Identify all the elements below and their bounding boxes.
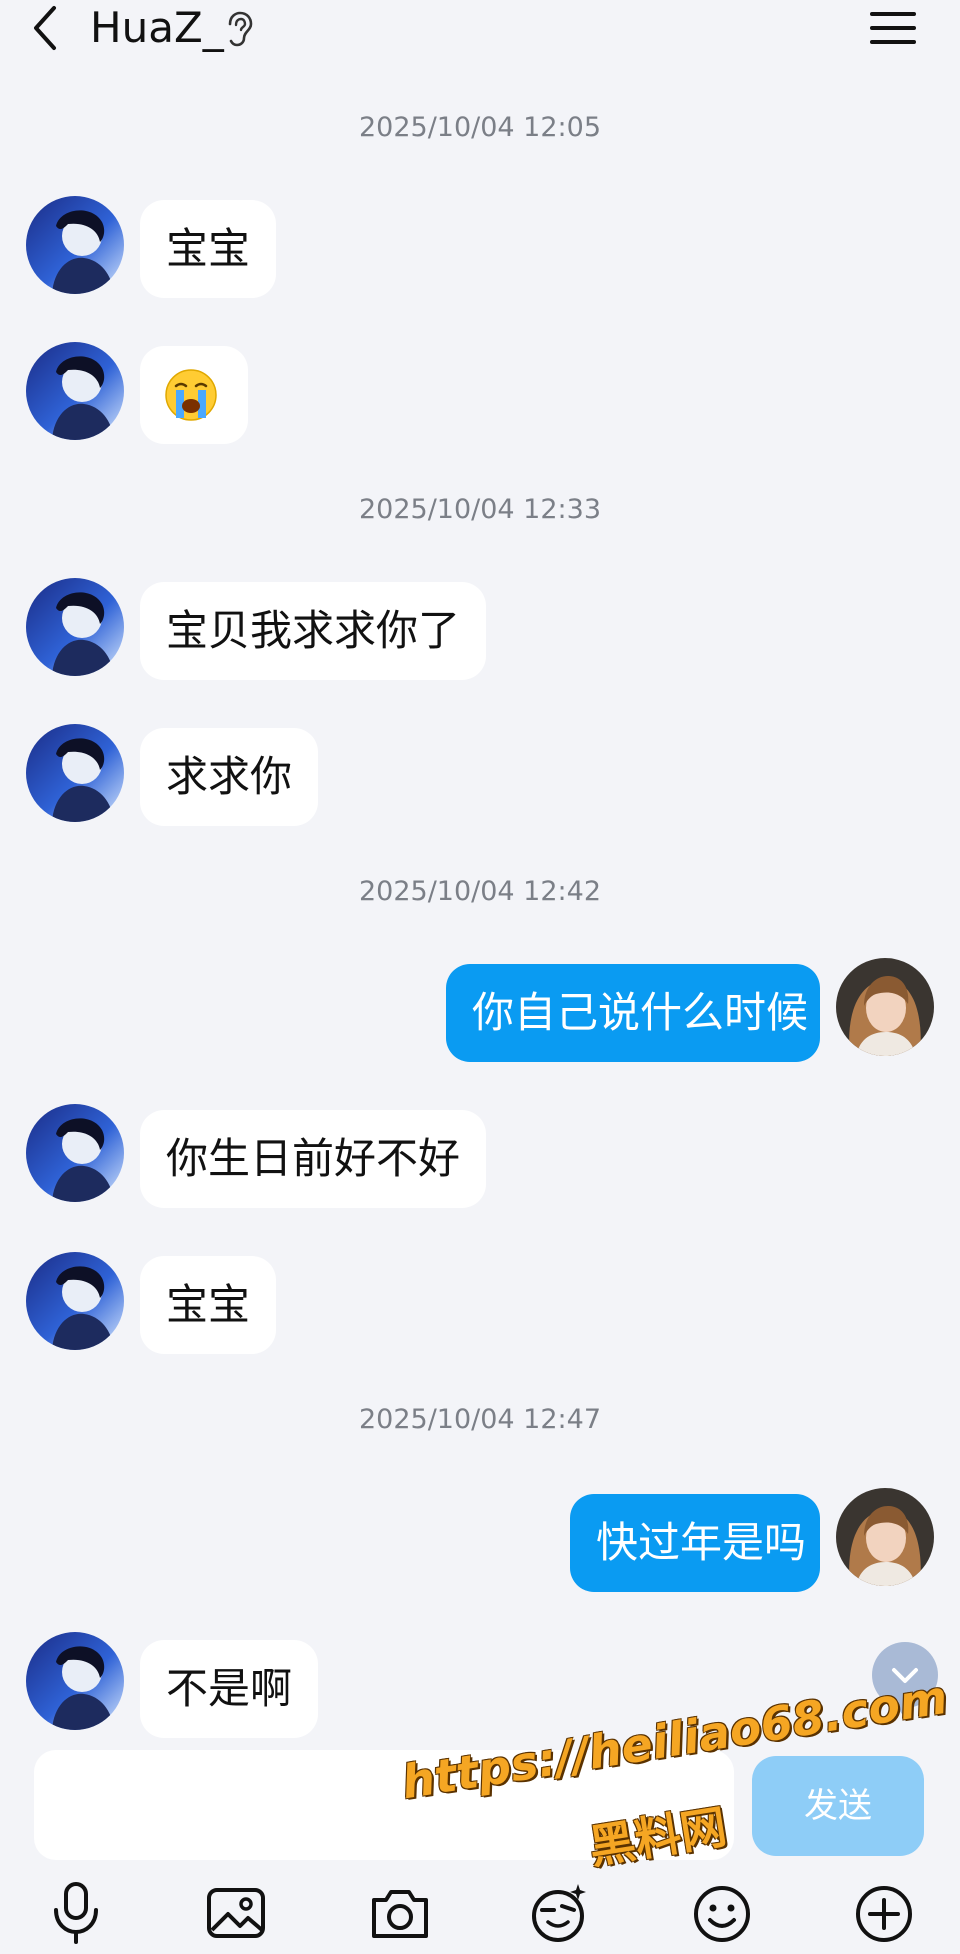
message-bubble-incoming[interactable]: 宝宝 xyxy=(140,200,277,298)
plus-icon[interactable] xyxy=(852,1880,916,1946)
ear-icon xyxy=(228,11,253,47)
timestamp: 2025/10/04 12:47 xyxy=(358,1404,601,1435)
smiley-icon[interactable] xyxy=(690,1880,754,1946)
message-bubble-incoming[interactable]: 宝宝 xyxy=(140,1256,277,1354)
message-bubble-incoming[interactable]: 求求你 xyxy=(140,728,319,826)
message-bubble-outgoing[interactable]: 你自己说什么时候 xyxy=(446,964,820,1062)
my-avatar[interactable] xyxy=(836,958,934,1056)
contact-avatar[interactable] xyxy=(26,1632,124,1730)
hamburger-menu-icon[interactable] xyxy=(868,6,918,50)
chevron-left-icon[interactable] xyxy=(22,0,70,56)
timestamp: 2025/10/04 12:05 xyxy=(358,112,601,143)
chat-header: HuaZ_ xyxy=(0,0,960,60)
contact-avatar[interactable] xyxy=(26,1104,124,1202)
contact-avatar[interactable] xyxy=(26,578,124,676)
message-bubble-incoming[interactable]: 你生日前好不好 xyxy=(140,1110,487,1208)
message-bubble-incoming[interactable] xyxy=(140,346,248,444)
contact-avatar[interactable] xyxy=(26,1252,124,1350)
message-bubble-outgoing[interactable]: 快过年是吗 xyxy=(570,1494,820,1592)
contact-avatar[interactable] xyxy=(26,196,124,294)
camera-icon[interactable] xyxy=(368,1880,432,1946)
bottom-toolbar xyxy=(0,1880,960,1954)
chat-title[interactable]: HuaZ_ xyxy=(90,0,224,56)
microphone-icon[interactable] xyxy=(44,1880,108,1946)
face-sticker-icon[interactable] xyxy=(528,1880,592,1946)
message-bubble-incoming[interactable]: 宝贝我求求你了 xyxy=(140,582,487,680)
loudly-crying-face-emoji xyxy=(165,369,217,421)
timestamp: 2025/10/04 12:33 xyxy=(358,494,601,525)
timestamp: 2025/10/04 12:42 xyxy=(358,876,601,907)
message-bubble-incoming[interactable]: 不是啊 xyxy=(140,1640,319,1738)
contact-avatar[interactable] xyxy=(26,342,124,440)
contact-avatar[interactable] xyxy=(26,724,124,822)
my-avatar[interactable] xyxy=(836,1488,934,1586)
image-icon[interactable] xyxy=(204,1880,268,1946)
send-button[interactable]: 发送 xyxy=(752,1756,924,1856)
